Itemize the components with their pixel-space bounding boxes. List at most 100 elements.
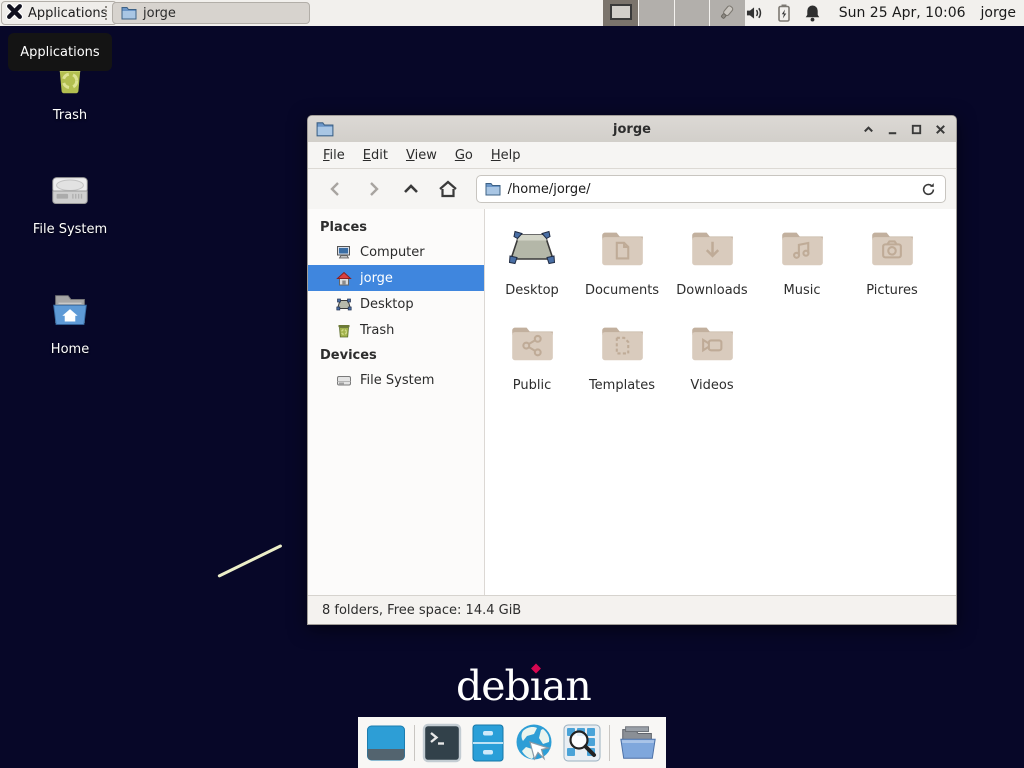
file-item-downloads[interactable]: Downloads bbox=[667, 221, 757, 316]
computer-icon bbox=[336, 245, 352, 260]
dock-terminal-icon[interactable] bbox=[422, 722, 462, 764]
dock-file-cabinet-icon[interactable] bbox=[469, 722, 506, 764]
sidebar-item-label: File System bbox=[360, 373, 434, 388]
videos-folder-icon bbox=[667, 316, 757, 378]
dock-web-browser-icon[interactable] bbox=[513, 722, 555, 764]
panel-clock[interactable]: Sun 25 Apr, 10:06 bbox=[839, 5, 966, 21]
sidebar-item-label: Computer bbox=[360, 245, 425, 260]
menu-help[interactable]: Help bbox=[482, 144, 530, 167]
trash-small-icon bbox=[336, 323, 352, 338]
stray-line-artifact bbox=[217, 544, 282, 578]
sidebar-item-label: Trash bbox=[360, 323, 394, 338]
workspace-3[interactable] bbox=[675, 0, 711, 26]
xfce-applications-icon bbox=[6, 3, 23, 24]
dock-app-finder-icon[interactable] bbox=[562, 722, 602, 764]
path-text[interactable]: /home/jorge/ bbox=[508, 182, 912, 197]
dock-file-manager-icon[interactable] bbox=[617, 722, 659, 764]
taskbar-window-button[interactable]: jorge bbox=[112, 2, 310, 24]
home-folder-icon bbox=[25, 288, 115, 334]
file-label: Pictures bbox=[847, 283, 937, 298]
sidebar-item-trash[interactable]: Trash bbox=[308, 317, 484, 343]
debian-logo: debıan bbox=[456, 662, 591, 710]
file-label: Music bbox=[757, 283, 847, 298]
public-folder-icon bbox=[487, 316, 577, 378]
minimize-button[interactable] bbox=[885, 122, 900, 137]
applications-menu-button[interactable]: Applications bbox=[1, 1, 117, 25]
home-icon bbox=[336, 271, 352, 286]
file-label: Templates bbox=[577, 378, 667, 393]
desktop-icon-file-system[interactable]: File System bbox=[25, 168, 115, 237]
notifications-bell-icon[interactable] bbox=[804, 4, 822, 22]
file-item-desktop[interactable]: Desktop bbox=[487, 221, 577, 316]
file-label: Documents bbox=[577, 283, 667, 298]
status-bar: 8 folders, Free space: 14.4 GiB bbox=[308, 595, 956, 624]
sidebar-item-label: Desktop bbox=[360, 297, 414, 312]
window-title: jorge bbox=[308, 122, 956, 137]
system-tray: Sun 25 Apr, 10:06 jorge bbox=[717, 0, 1016, 26]
desktop-icon-label: Home bbox=[25, 342, 115, 357]
pictures-folder-icon bbox=[847, 221, 937, 283]
file-label: Videos bbox=[667, 378, 757, 393]
desktop-icon bbox=[336, 297, 352, 312]
up-button[interactable] bbox=[393, 174, 428, 204]
file-grid: Desktop Documents bbox=[485, 209, 956, 595]
desktop-icon-label: File System bbox=[25, 222, 115, 237]
sidebar-item-desktop[interactable]: Desktop bbox=[308, 291, 484, 317]
applications-menu-label: Applications bbox=[28, 6, 107, 21]
devices-header: Devices bbox=[308, 343, 484, 367]
documents-folder-icon bbox=[577, 221, 667, 283]
file-item-videos[interactable]: Videos bbox=[667, 316, 757, 411]
dock-separator bbox=[414, 725, 415, 761]
maximize-button[interactable] bbox=[909, 122, 924, 137]
path-bar[interactable]: /home/jorge/ bbox=[476, 175, 946, 203]
desktop-icon-home[interactable]: Home bbox=[25, 288, 115, 357]
forward-button[interactable] bbox=[355, 174, 390, 204]
workspace-window-preview bbox=[610, 4, 632, 20]
battery-icon[interactable] bbox=[775, 4, 793, 22]
window-folder-icon bbox=[316, 121, 334, 137]
shade-button[interactable] bbox=[861, 122, 876, 137]
sidebar-item-file-system[interactable]: File System bbox=[308, 367, 484, 393]
places-header: Places bbox=[308, 215, 484, 239]
stylus-icon[interactable] bbox=[717, 4, 735, 22]
file-label: Public bbox=[487, 378, 577, 393]
file-item-pictures[interactable]: Pictures bbox=[847, 221, 937, 316]
file-manager-window: jorge File Edit View Go Help bbox=[307, 115, 957, 625]
window-titlebar[interactable]: jorge bbox=[308, 116, 956, 142]
dock bbox=[358, 717, 666, 768]
menu-go[interactable]: Go bbox=[446, 144, 482, 167]
taskbar-window-label: jorge bbox=[143, 6, 176, 21]
dock-window-icon[interactable] bbox=[365, 722, 407, 764]
side-pane: Places Computer jorge bbox=[308, 209, 485, 595]
tasklist-handle[interactable] bbox=[105, 6, 107, 20]
menu-view[interactable]: View bbox=[397, 144, 446, 167]
downloads-folder-icon bbox=[667, 221, 757, 283]
sidebar-item-label: jorge bbox=[360, 271, 393, 286]
top-panel: Applications jorge bbox=[0, 0, 1024, 26]
workspace-2[interactable] bbox=[639, 0, 675, 26]
workspace-1[interactable] bbox=[603, 0, 639, 26]
desktop-icon-label: Trash bbox=[25, 108, 115, 123]
path-folder-icon bbox=[485, 182, 501, 196]
sidebar-item-computer[interactable]: Computer bbox=[308, 239, 484, 265]
volume-icon[interactable] bbox=[746, 4, 764, 22]
debian-logo-text: deb bbox=[456, 662, 530, 710]
folder-icon bbox=[121, 6, 137, 20]
file-item-music[interactable]: Music bbox=[757, 221, 847, 316]
sidebar-item-jorge[interactable]: jorge bbox=[308, 265, 484, 291]
home-button[interactable] bbox=[430, 174, 465, 204]
window-controls bbox=[861, 122, 948, 137]
reload-icon[interactable] bbox=[919, 180, 937, 198]
close-button[interactable] bbox=[933, 122, 948, 137]
file-item-documents[interactable]: Documents bbox=[577, 221, 667, 316]
music-folder-icon bbox=[757, 221, 847, 283]
menu-edit[interactable]: Edit bbox=[354, 144, 397, 167]
file-item-public[interactable]: Public bbox=[487, 316, 577, 411]
back-button[interactable] bbox=[318, 174, 353, 204]
applications-tooltip: Applications bbox=[8, 33, 112, 71]
dock-separator bbox=[609, 725, 610, 761]
file-item-templates[interactable]: Templates bbox=[577, 316, 667, 411]
templates-folder-icon bbox=[577, 316, 667, 378]
panel-user-label[interactable]: jorge bbox=[981, 5, 1016, 21]
menu-file[interactable]: File bbox=[314, 144, 354, 167]
